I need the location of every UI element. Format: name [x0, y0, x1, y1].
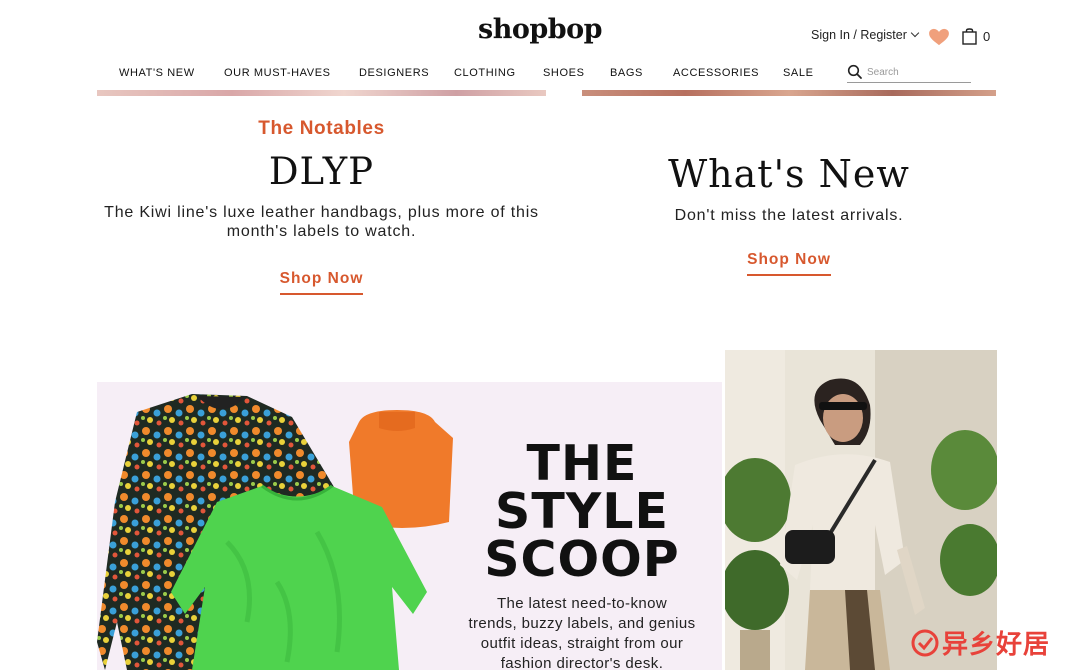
- site-logo[interactable]: shopbop: [0, 14, 1080, 45]
- style-scoop-title-line: SCOOP: [484, 531, 680, 588]
- style-scoop-banner[interactable]: THE STYLE SCOOP The latest need-to-know …: [97, 382, 722, 670]
- search-input[interactable]: [867, 67, 967, 78]
- whats-new-shop-now-link[interactable]: Shop Now: [747, 251, 831, 276]
- notables-description: The Kiwi line's luxe leather handbags, p…: [97, 203, 546, 241]
- style-scoop-title: THE STYLE SCOOP: [467, 435, 697, 588]
- whats-new-title: What's New: [668, 152, 910, 196]
- shopping-bag-icon[interactable]: [962, 27, 977, 45]
- style-scoop-description-line: The latest need-to-know: [496, 595, 668, 612]
- style-scoop-description-line: outfit ideas, straight from our: [480, 635, 684, 652]
- nav-accessories[interactable]: ACCESSORIES: [673, 67, 759, 79]
- watermark: 异乡好居: [910, 624, 1050, 661]
- style-scoop-description-line: fashion director's desk.: [500, 655, 664, 670]
- nav-clothing[interactable]: CLOTHING: [454, 67, 516, 79]
- style-scoop-title-line: STYLE: [495, 483, 669, 540]
- notables-promo: The Notables DLYP The Kiwi line's luxe l…: [97, 118, 546, 295]
- search-box[interactable]: [847, 64, 971, 83]
- sign-in-label: Sign In / Register: [811, 28, 907, 42]
- style-scoop-description-line: trends, buzzy labels, and genius: [468, 615, 696, 632]
- style-scoop-title-line: THE: [526, 435, 638, 492]
- watermark-text: 异乡好居: [942, 629, 1051, 659]
- nav-shoes[interactable]: SHOES: [543, 67, 585, 79]
- sign-in-register-link[interactable]: Sign In / Register: [811, 28, 920, 42]
- notables-description-line: month's labels to watch.: [226, 223, 417, 240]
- notables-image-strip[interactable]: [97, 90, 546, 96]
- whats-new-promo: What's New Don't miss the latest arrival…: [582, 152, 996, 276]
- street-style-illustration: [725, 350, 997, 670]
- nav-bags[interactable]: BAGS: [610, 67, 643, 79]
- heart-icon[interactable]: [928, 28, 950, 46]
- nav-our-must-haves[interactable]: OUR MUST-HAVES: [224, 67, 331, 79]
- watermark-logo-icon: [911, 629, 939, 656]
- style-scoop-description: The latest need-to-know trends, buzzy la…: [457, 594, 707, 670]
- notables-eyebrow: The Notables: [258, 118, 385, 139]
- street-style-photo[interactable]: [725, 350, 997, 670]
- notables-description-line: The Kiwi line's luxe leather handbags, p…: [104, 204, 539, 221]
- notables-shop-now-link[interactable]: Shop Now: [279, 270, 364, 295]
- notables-title: DLYP: [268, 150, 375, 193]
- nav-whats-new[interactable]: WHAT'S NEW: [119, 67, 195, 79]
- search-icon[interactable]: [847, 64, 863, 80]
- nav-sale[interactable]: SALE: [783, 67, 814, 79]
- whats-new-image-strip[interactable]: [582, 90, 996, 96]
- chevron-down-icon: [910, 28, 920, 38]
- bag-count: 0: [983, 29, 991, 44]
- whats-new-description: Don't miss the latest arrivals.: [674, 207, 904, 224]
- nav-designers[interactable]: DESIGNERS: [359, 67, 429, 79]
